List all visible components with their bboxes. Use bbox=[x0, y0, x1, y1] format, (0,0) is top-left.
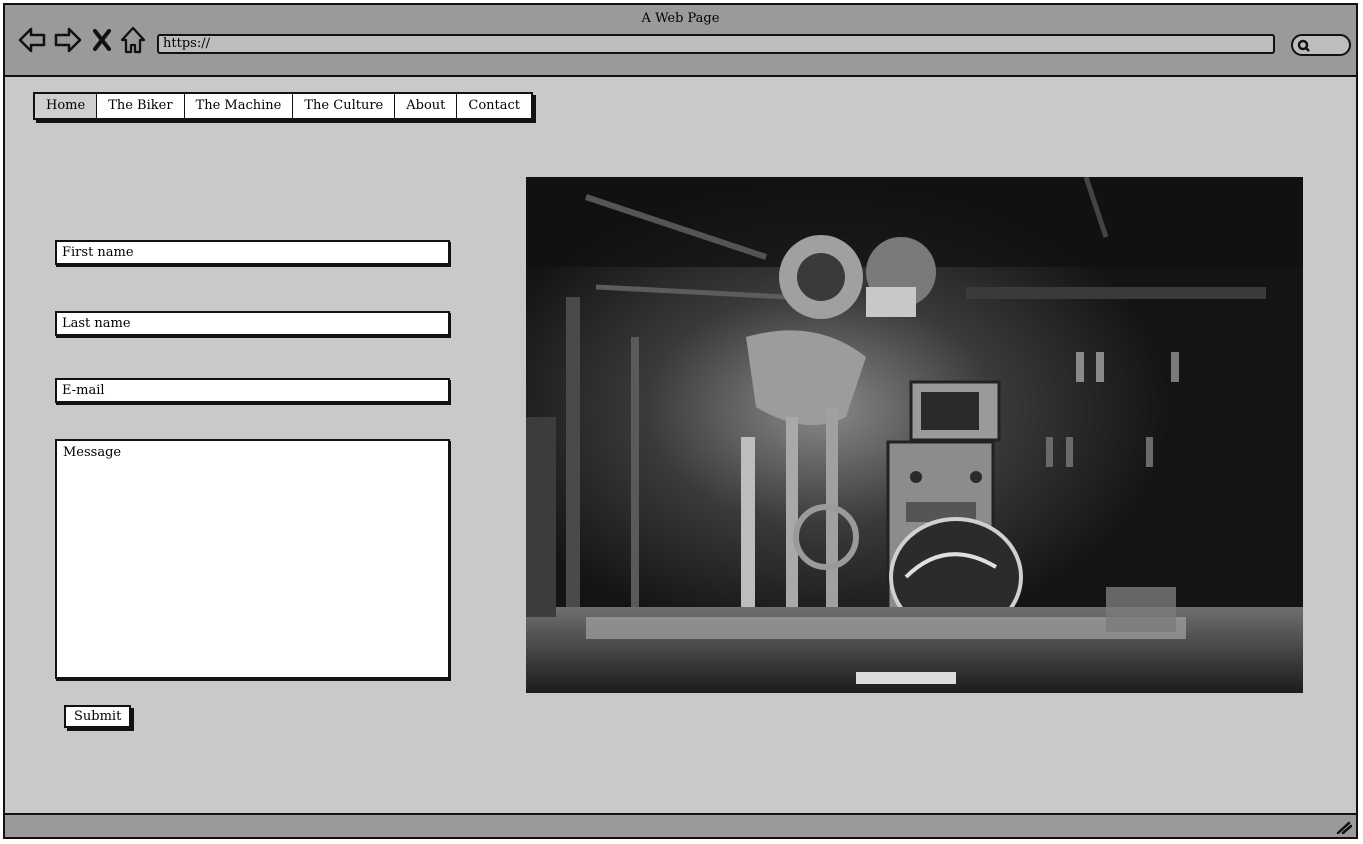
resize-grip-icon[interactable] bbox=[1336, 820, 1352, 834]
window-title: A Web Page bbox=[641, 11, 720, 26]
photo-image bbox=[526, 177, 1303, 693]
first-name-field[interactable]: First name bbox=[55, 240, 450, 265]
search-icon bbox=[1297, 39, 1310, 52]
forward-arrow-icon[interactable] bbox=[53, 25, 83, 55]
nav-item-the-culture[interactable]: The Culture bbox=[293, 94, 396, 118]
status-bar bbox=[5, 813, 1356, 837]
back-arrow-icon[interactable] bbox=[17, 25, 47, 55]
close-x-icon[interactable] bbox=[91, 25, 113, 55]
search-field[interactable] bbox=[1291, 34, 1351, 56]
url-input[interactable]: https:// bbox=[157, 34, 1275, 54]
nav-item-the-machine[interactable]: The Machine bbox=[184, 94, 294, 118]
nav-item-the-biker[interactable]: The Biker bbox=[97, 94, 185, 118]
email-field[interactable]: E-mail bbox=[55, 378, 450, 403]
motorcycle-garage-photo bbox=[526, 177, 1303, 693]
nav-menu: Home The Biker The Machine The Culture A… bbox=[33, 92, 534, 120]
browser-window: A Web Page https:// Home The Biker The M… bbox=[3, 3, 1358, 839]
browser-toolbar: A Web Page https:// bbox=[5, 5, 1356, 77]
nav-item-contact[interactable]: Contact bbox=[457, 94, 532, 118]
nav-item-home[interactable]: Home bbox=[35, 94, 98, 118]
home-icon[interactable] bbox=[118, 25, 148, 55]
last-name-field[interactable]: Last name bbox=[55, 311, 450, 336]
message-textarea[interactable]: Message bbox=[55, 439, 450, 679]
nav-item-about[interactable]: About bbox=[395, 94, 458, 118]
submit-button[interactable]: Submit bbox=[64, 705, 132, 728]
